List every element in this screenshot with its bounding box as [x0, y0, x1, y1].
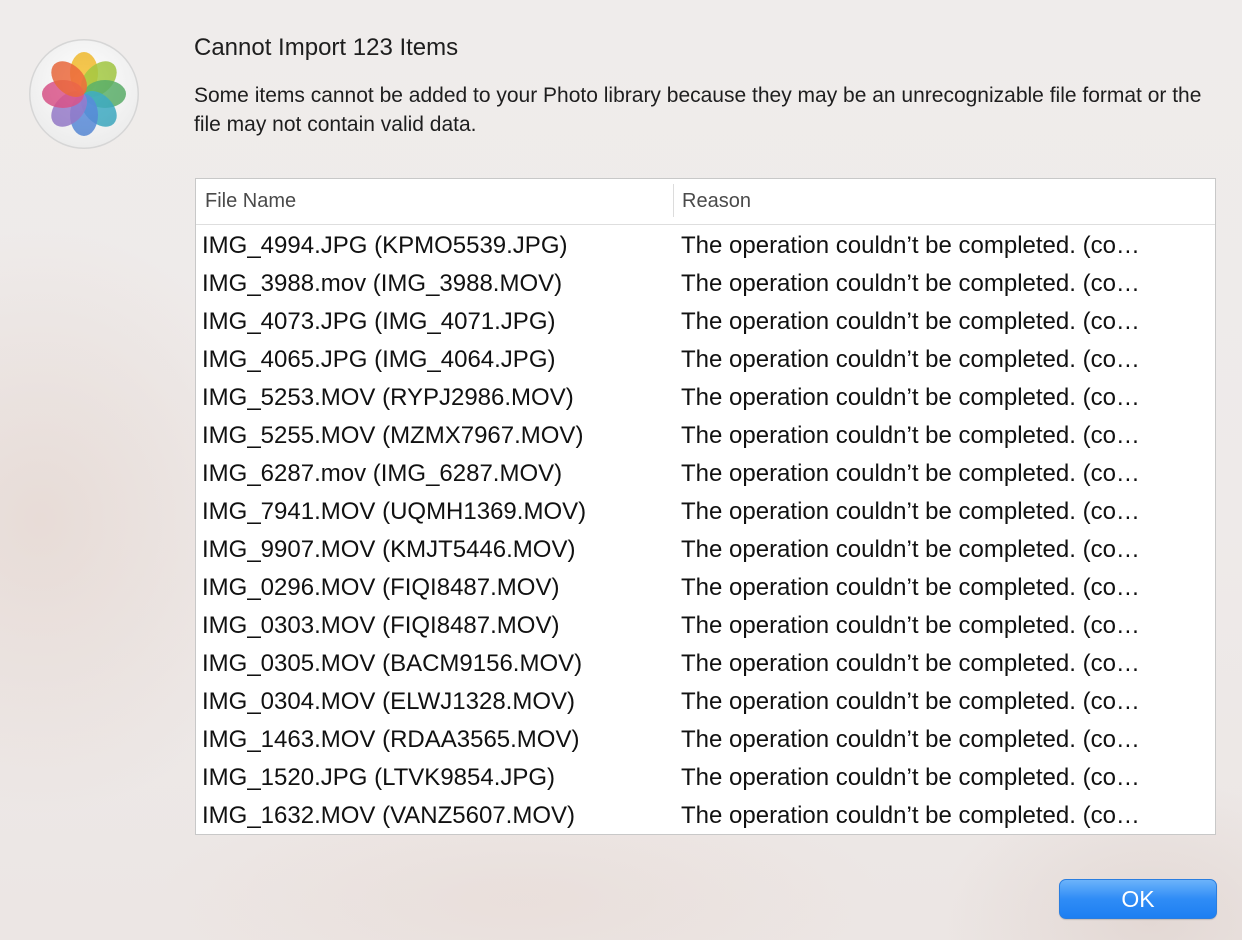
file-name-cell: IMG_5253.MOV (RYPJ2986.MOV) — [202, 384, 574, 411]
file-name-cell: IMG_4994.JPG (KPMO5539.JPG) — [202, 232, 568, 259]
reason-cell: The operation couldn’t be completed. (co… — [681, 270, 1140, 297]
file-name-cell: IMG_9907.MOV (KMJT5446.MOV) — [202, 536, 576, 563]
reason-cell: The operation couldn’t be completed. (co… — [681, 650, 1140, 677]
column-header-file-name[interactable]: File Name — [205, 179, 296, 224]
table-row[interactable]: IMG_7941.MOV (UQMH1369.MOV) The operation… — [196, 493, 1215, 531]
photos-app-icon — [28, 38, 140, 150]
file-name-cell: IMG_0303.MOV (FIQI8487.MOV) — [202, 612, 560, 639]
reason-cell: The operation couldn’t be completed. (co… — [681, 688, 1140, 715]
file-name-cell: IMG_5255.MOV (MZMX7967.MOV) — [202, 422, 584, 449]
table-row[interactable]: IMG_0303.MOV (FIQI8487.MOV) The operation… — [196, 607, 1215, 645]
dialog-title: Cannot Import 123 Items — [194, 34, 459, 61]
file-name-cell: IMG_1632.MOV (VANZ5607.MOV) — [202, 802, 576, 829]
reason-cell: The operation couldn’t be completed. (co… — [681, 536, 1140, 563]
table-row[interactable]: IMG_1463.MOV (RDAA3565.MOV) The operation… — [196, 721, 1215, 759]
table-row[interactable]: IMG_1520.JPG (LTVK9854.JPG) The operation… — [196, 759, 1215, 797]
file-name-cell: IMG_6287.mov (IMG_6287.MOV) — [202, 460, 563, 487]
reason-cell: The operation couldn’t be completed. (co… — [681, 612, 1140, 639]
reason-cell: The operation couldn’t be completed. (co… — [681, 384, 1140, 411]
table-row[interactable]: IMG_6287.mov (IMG_6287.MOV) The operation… — [196, 455, 1215, 493]
file-name-cell: IMG_0305.MOV (BACM9156.MOV) — [202, 650, 583, 677]
reason-cell: The operation couldn’t be completed. (co… — [681, 232, 1140, 259]
reason-cell: The operation couldn’t be completed. (co… — [681, 308, 1140, 335]
table-row[interactable]: IMG_5253.MOV (RYPJ2986.MOV) The operation… — [196, 379, 1215, 417]
file-name-cell: IMG_3988.mov (IMG_3988.MOV) — [202, 270, 563, 297]
file-name-cell: IMG_7941.MOV (UQMH1369.MOV) — [202, 498, 587, 525]
column-header-reason[interactable]: Reason — [682, 179, 751, 224]
file-name-cell: IMG_4073.JPG (IMG_4071.JPG) — [202, 308, 556, 335]
file-name-cell: IMG_4065.JPG (IMG_4064.JPG) — [202, 346, 556, 373]
ok-button[interactable]: OK — [1059, 879, 1217, 919]
table-row[interactable]: IMG_4065.JPG (IMG_4064.JPG) The operation… — [196, 341, 1215, 379]
table-body: IMG_4994.JPG (KPMO5539.JPG) The operation… — [196, 225, 1215, 834]
file-name-cell: IMG_0296.MOV (FIQI8487.MOV) — [202, 574, 560, 601]
table-row[interactable]: IMG_3988.mov (IMG_3988.MOV) The operation… — [196, 265, 1215, 303]
reason-cell: The operation couldn’t be completed. (co… — [681, 422, 1140, 449]
import-errors-table[interactable]: File Name Reason IMG_4994.JPG (KPMO5539.… — [195, 178, 1216, 835]
reason-cell: The operation couldn’t be completed. (co… — [681, 764, 1140, 791]
table-row[interactable]: IMG_0304.MOV (ELWJ1328.MOV) The operation… — [196, 683, 1215, 721]
reason-cell: The operation couldn’t be completed. (co… — [681, 574, 1140, 601]
column-divider[interactable] — [673, 184, 674, 217]
file-name-cell: IMG_0304.MOV (ELWJ1328.MOV) — [202, 688, 576, 715]
table-row[interactable]: IMG_9907.MOV (KMJT5446.MOV) The operation… — [196, 531, 1215, 569]
dialog-message: Some items cannot be added to your Photo… — [194, 84, 1202, 136]
file-name-cell: IMG_1463.MOV (RDAA3565.MOV) — [202, 726, 580, 753]
reason-cell: The operation couldn’t be completed. (co… — [681, 460, 1140, 487]
table-header: File Name Reason — [196, 179, 1215, 225]
table-row[interactable]: IMG_1632.MOV (VANZ5607.MOV) The operation… — [196, 797, 1215, 834]
table-row[interactable]: IMG_4994.JPG (KPMO5539.JPG) The operation… — [196, 227, 1215, 265]
table-row[interactable]: IMG_0296.MOV (FIQI8487.MOV) The operation… — [196, 569, 1215, 607]
table-row[interactable]: IMG_5255.MOV (MZMX7967.MOV) The operation… — [196, 417, 1215, 455]
reason-cell: The operation couldn’t be completed. (co… — [681, 498, 1140, 525]
table-row[interactable]: IMG_4073.JPG (IMG_4071.JPG) The operation… — [196, 303, 1215, 341]
table-row[interactable]: IMG_0305.MOV (BACM9156.MOV) The operation… — [196, 645, 1215, 683]
reason-cell: The operation couldn’t be completed. (co… — [681, 726, 1140, 753]
reason-cell: The operation couldn’t be completed. (co… — [681, 346, 1140, 373]
reason-cell: The operation couldn’t be completed. (co… — [681, 802, 1140, 829]
file-name-cell: IMG_1520.JPG (LTVK9854.JPG) — [202, 764, 556, 791]
